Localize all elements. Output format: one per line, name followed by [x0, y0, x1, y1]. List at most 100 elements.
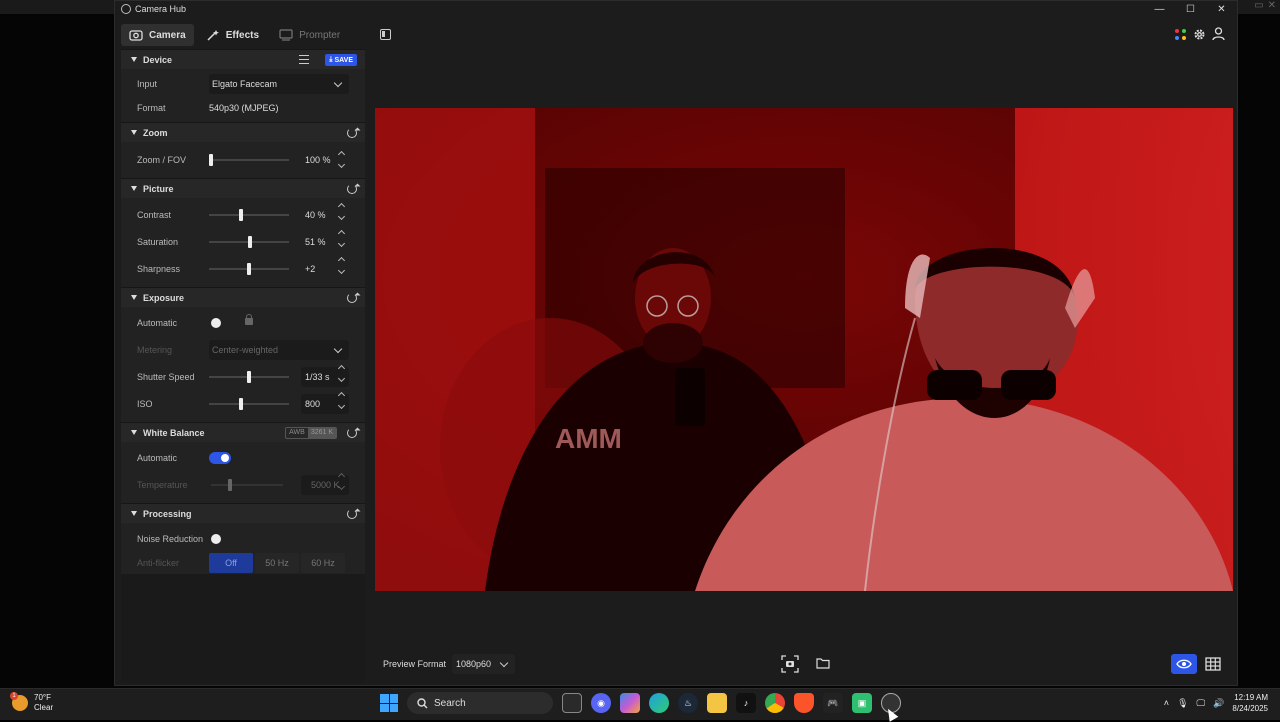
- tab-camera[interactable]: Camera: [121, 24, 194, 46]
- sharpness-slider[interactable]: [209, 263, 289, 275]
- screenshot-icon[interactable]: [781, 655, 799, 673]
- collapse-triangle-icon[interactable]: [131, 295, 137, 300]
- temperature-slider[interactable]: [211, 479, 283, 491]
- tab-prompter[interactable]: Prompter: [271, 24, 348, 46]
- section-processing-header[interactable]: Processing: [121, 503, 365, 523]
- slider-thumb[interactable]: [239, 209, 243, 221]
- antiflicker-50hz-option[interactable]: 50 Hz: [255, 553, 299, 573]
- slider-thumb[interactable]: [248, 236, 252, 248]
- camera-preview[interactable]: AMM: [375, 108, 1233, 591]
- task-view-icon[interactable]: [562, 693, 582, 713]
- chevron-down-icon[interactable]: [337, 212, 346, 221]
- save-label: SAVE: [334, 56, 353, 64]
- stepper-arrows[interactable]: [337, 364, 346, 383]
- collapse-triangle-icon[interactable]: [131, 186, 137, 191]
- slider-thumb[interactable]: [247, 263, 251, 275]
- reset-icon[interactable]: [347, 428, 357, 438]
- clock[interactable]: 12:19 AM 8/24/2025: [1232, 692, 1268, 714]
- antiflicker-off-option[interactable]: Off: [209, 553, 253, 573]
- copilot-icon[interactable]: [620, 693, 640, 713]
- display-icon[interactable]: 🖵: [1197, 698, 1206, 709]
- chevron-down-icon[interactable]: [337, 374, 346, 383]
- iso-slider[interactable]: [209, 398, 289, 410]
- folder-icon[interactable]: [816, 657, 830, 669]
- taskbar-search[interactable]: Search: [407, 692, 553, 714]
- grid-overlay-icon[interactable]: [1205, 657, 1221, 671]
- chevron-up-icon[interactable]: ˄: [1164, 698, 1169, 708]
- stepper-arrows[interactable]: [337, 256, 346, 275]
- steam-icon[interactable]: ♨: [678, 693, 698, 713]
- reset-icon[interactable]: [347, 509, 357, 519]
- minimize-button[interactable]: —: [1144, 1, 1175, 17]
- lock-icon[interactable]: [245, 314, 253, 325]
- tab-effects[interactable]: Effects: [198, 24, 267, 46]
- slider-thumb[interactable]: [247, 371, 251, 383]
- chevron-up-icon[interactable]: [337, 256, 346, 265]
- close-button[interactable]: ✕: [1206, 1, 1237, 17]
- stepper-arrows[interactable]: [337, 391, 346, 410]
- preview-format-select[interactable]: 1080p60: [452, 654, 516, 674]
- chevron-down-icon[interactable]: [337, 401, 346, 410]
- section-zoom-header[interactable]: Zoom: [121, 122, 365, 142]
- input-select[interactable]: Elgato Facecam: [209, 74, 349, 94]
- section-picture-header[interactable]: Picture: [121, 178, 365, 198]
- windows-start-icon[interactable]: [380, 694, 398, 712]
- section-exposure-header[interactable]: Exposure: [121, 287, 365, 307]
- file-explorer-icon[interactable]: [707, 693, 727, 713]
- reset-icon[interactable]: [347, 128, 357, 138]
- section-device-header[interactable]: Device ⤓ SAVE: [121, 49, 365, 69]
- chevron-up-icon[interactable]: [337, 202, 346, 211]
- contrast-slider[interactable]: [209, 209, 289, 221]
- brave-icon[interactable]: [794, 693, 814, 713]
- collapse-triangle-icon[interactable]: [131, 511, 137, 516]
- weather-widget[interactable]: 1 70°F Clear: [10, 692, 53, 713]
- chevron-down-icon[interactable]: [337, 239, 346, 248]
- metering-select[interactable]: Center-weighted: [209, 339, 349, 360]
- app-grid-icon[interactable]: [1174, 28, 1187, 41]
- maximize-button[interactable]: ☐: [1175, 1, 1206, 17]
- shutter-slider[interactable]: [209, 371, 289, 383]
- chat-app-icon[interactable]: ▣: [852, 693, 872, 713]
- game-controller-icon[interactable]: 🎮: [823, 693, 843, 713]
- exposure-automatic-toggle[interactable]: [209, 317, 231, 329]
- slider-thumb[interactable]: [228, 479, 232, 491]
- chrome-icon[interactable]: [765, 693, 785, 713]
- tune-icon[interactable]: [299, 55, 309, 64]
- preview-visibility-button[interactable]: [1171, 654, 1197, 674]
- tiktok-icon[interactable]: ♪: [736, 693, 756, 713]
- chevron-down-icon[interactable]: [337, 160, 346, 169]
- chevron-down-icon[interactable]: [337, 266, 346, 275]
- chevron-up-icon[interactable]: [337, 150, 346, 159]
- chevron-up-icon[interactable]: [337, 472, 346, 481]
- reset-icon[interactable]: [347, 293, 357, 303]
- chevron-up-icon[interactable]: [337, 364, 346, 373]
- collapse-triangle-icon[interactable]: [131, 130, 137, 135]
- speaker-icon[interactable]: 🔊: [1213, 698, 1224, 709]
- save-button[interactable]: ⤓ SAVE: [325, 54, 357, 66]
- stepper-arrows[interactable]: [337, 150, 346, 169]
- chevron-up-icon[interactable]: [337, 229, 346, 238]
- wb-automatic-toggle[interactable]: [209, 451, 231, 464]
- edge-icon[interactable]: [649, 693, 669, 713]
- gear-icon[interactable]: [1193, 28, 1206, 41]
- saturation-slider[interactable]: [209, 236, 289, 248]
- zoom-fov-slider[interactable]: [209, 154, 289, 166]
- slider-thumb[interactable]: [209, 154, 213, 166]
- stepper-arrows[interactable]: [337, 202, 346, 221]
- stepper-arrows[interactable]: [337, 229, 346, 248]
- slider-thumb[interactable]: [239, 398, 243, 410]
- chevron-down-icon[interactable]: [337, 482, 346, 491]
- antiflicker-60hz-option[interactable]: 60 Hz: [301, 553, 345, 573]
- collapse-triangle-icon[interactable]: [131, 57, 137, 62]
- reset-icon[interactable]: [347, 184, 357, 194]
- noise-reduction-toggle[interactable]: [209, 533, 231, 545]
- shutter-row: Shutter Speed 1/33 s: [121, 363, 365, 390]
- section-white-balance-header[interactable]: White Balance AWB 3261 K: [121, 422, 365, 442]
- discord-icon[interactable]: ◉: [591, 693, 611, 713]
- account-icon[interactable]: [1212, 27, 1225, 41]
- chevron-up-icon[interactable]: [337, 391, 346, 400]
- sidebar-toggle-icon[interactable]: [380, 29, 391, 40]
- microphone-icon[interactable]: 🎙: [1177, 698, 1188, 709]
- collapse-triangle-icon[interactable]: [131, 430, 137, 435]
- stepper-arrows[interactable]: [337, 472, 346, 491]
